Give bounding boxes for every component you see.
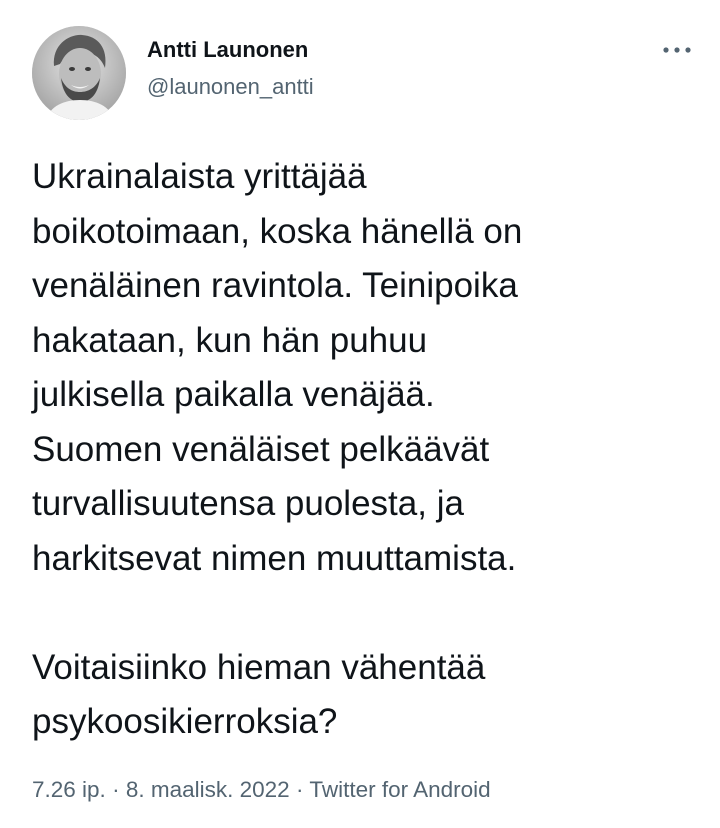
display-name[interactable]: Antti Launonen — [147, 36, 314, 64]
more-horizontal-icon — [663, 47, 691, 53]
tweet-meta: 7.26 ip. · 8. maalisk. 2022 · Twitter fo… — [32, 775, 491, 805]
avatar[interactable] — [32, 26, 126, 120]
more-options-button[interactable] — [652, 36, 692, 64]
tweet-date[interactable]: 8. maalisk. 2022 — [126, 777, 290, 802]
author-names: Antti Launonen @launonen_antti — [147, 36, 314, 101]
tweet-header: Antti Launonen @launonen_antti — [32, 26, 692, 122]
tweet-card: Antti Launonen @launonen_antti Ukrainala… — [0, 0, 720, 828]
meta-separator: · — [112, 777, 120, 802]
profile-photo-icon — [32, 26, 126, 120]
tweet-time[interactable]: 7.26 ip. — [32, 777, 106, 802]
tweet-source[interactable]: Twitter for Android — [309, 777, 490, 802]
tweet-text: Ukrainalaista yrittäjää boikotoimaan, ko… — [32, 157, 523, 741]
handle[interactable]: @launonen_antti — [147, 73, 314, 101]
meta-separator: · — [295, 777, 304, 802]
